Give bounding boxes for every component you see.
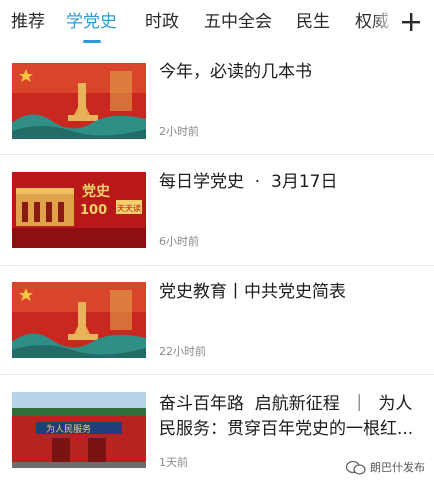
thumb-text: 为人民服务 (46, 423, 91, 435)
channel-tab-bar: 推荐 学党史 时政 五中全会 民生 权威 (0, 0, 434, 46)
tab-livelihood[interactable]: 民生 (296, 9, 330, 35)
article-timestamp: 2小时前 (159, 125, 199, 138)
article-title: 奋斗百年路 启航新征程 ｜ 为人民服务：贯穿百年党史的一根红... (159, 394, 414, 439)
thumb-number: 100 (80, 203, 107, 218)
article-title: 今年，必读的几本书 (159, 62, 312, 82)
article-timestamp: 6小时前 (159, 235, 199, 248)
watermark-text: 朗巴什发布 (370, 461, 425, 474)
article-thumbnail (12, 63, 146, 139)
article-thumbnail (12, 282, 146, 358)
tab-study-party-history[interactable]: 学党史 (66, 9, 117, 35)
tab-current-affairs[interactable]: 时政 (145, 9, 179, 35)
article-title: 每日学党史 · 3月17日 (159, 172, 338, 192)
thumb-text: 党史 (82, 183, 111, 200)
article-thumbnail: 党史 100 天天读 (12, 172, 146, 248)
active-tab-indicator (83, 40, 101, 43)
tab-fifth-plenum[interactable]: 五中全会 (204, 9, 272, 35)
article-title: 党史教育丨中共党史简表 (159, 282, 346, 302)
article-timestamp: 1天前 (159, 456, 188, 469)
tab-recommend[interactable]: 推荐 (11, 9, 45, 35)
wechat-channel-icon (346, 461, 366, 475)
add-channel-button[interactable] (398, 9, 424, 35)
plus-icon (402, 13, 420, 31)
article-timestamp: 22小时前 (159, 345, 206, 358)
tab-overflow-fade (372, 0, 396, 44)
thumb-badge: 天天读 (117, 203, 141, 213)
article-thumbnail: 为人民服务 (12, 392, 146, 468)
article-card[interactable]: 今年，必读的几本书 2小时前 (0, 46, 434, 154)
article-card[interactable]: 为人民服务 奋斗百年路 启航新征程 ｜ 为人民服务：贯穿百年党史的一根红... … (0, 375, 434, 487)
article-card[interactable]: 党史教育丨中共党史简表 22小时前 (0, 266, 434, 374)
article-card[interactable]: 党史 100 天天读 每日学党史 · 3月17日 6小时前 (0, 155, 434, 265)
